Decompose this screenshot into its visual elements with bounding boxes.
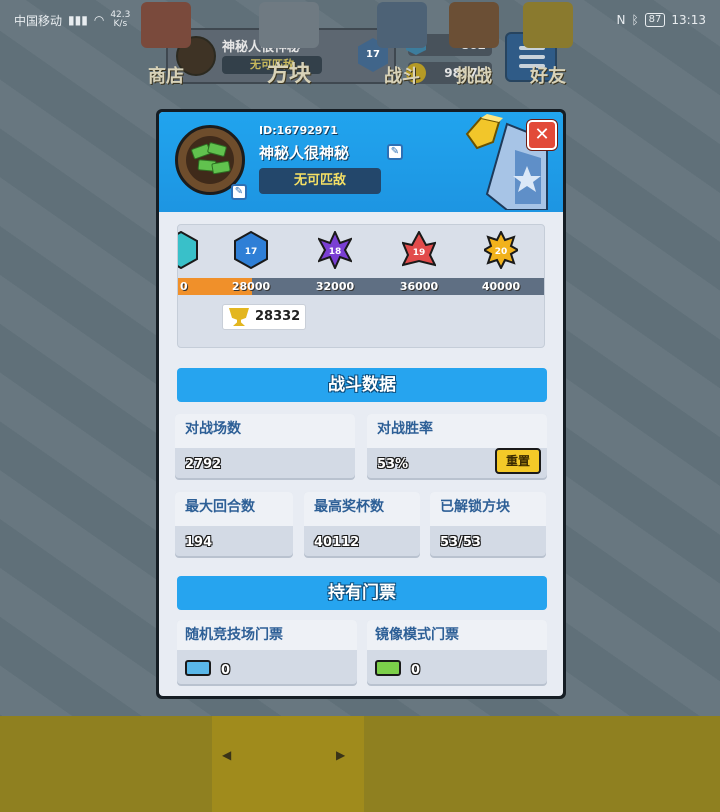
stat-label: 已解锁方块 bbox=[430, 492, 546, 526]
rank-badge-20-icon: 20 bbox=[484, 231, 518, 269]
stat-value: 194 bbox=[185, 535, 213, 550]
challenge-icon bbox=[449, 2, 499, 48]
reset-button[interactable]: 重置 bbox=[495, 448, 541, 474]
profile-dialog: ✎ ID:16792971 神秘人很神秘 ✎ 无可匹敌 ✕ 17 18 19 2… bbox=[156, 109, 566, 699]
stat-matches: 对战场数 2792 bbox=[175, 414, 355, 478]
stat-value: 2792 bbox=[185, 457, 222, 472]
trophy-road[interactable]: 17 18 19 20 0 28000 32000 36000 40000 28… bbox=[177, 224, 545, 348]
nav-right-arrow[interactable]: ▶ bbox=[336, 748, 345, 762]
profile-dialog-body: ✎ ID:16792971 神秘人很神秘 ✎ 无可匹敌 ✕ 17 18 19 2… bbox=[159, 112, 563, 696]
stat-unlocked-blocks: 已解锁方块 53/53 bbox=[430, 492, 546, 556]
milestone-label: 32000 bbox=[315, 280, 355, 293]
stat-value: 53/53 bbox=[440, 535, 481, 550]
nav-blocks-label: 方块 bbox=[266, 62, 311, 87]
stat-value: 53% bbox=[377, 457, 409, 472]
net-speed-unit: K/s bbox=[113, 19, 128, 29]
shop-icon bbox=[141, 2, 191, 48]
rank-badge-16-icon bbox=[178, 231, 198, 269]
stat-value: 40112 bbox=[314, 535, 360, 550]
edit-avatar-pencil-icon[interactable]: ✎ bbox=[231, 184, 247, 200]
bottom-nav-active-slot bbox=[212, 716, 364, 812]
rank-badge-label: 20 bbox=[495, 247, 508, 257]
stat-label: 最大回合数 bbox=[175, 492, 293, 526]
net-speed: 42.3 K/s bbox=[110, 11, 130, 29]
money-bill-icon bbox=[211, 160, 231, 175]
carrier-label: 中国移动 bbox=[14, 13, 63, 28]
clock: 13:13 bbox=[671, 13, 706, 27]
bottom-nav bbox=[0, 716, 720, 812]
player-name: 神秘人很神秘 bbox=[259, 144, 350, 162]
arena-ticket-card: 随机竞技场门票 0 bbox=[177, 620, 357, 684]
bluetooth-icon: ᛒ bbox=[631, 13, 639, 27]
block-icon bbox=[259, 2, 319, 48]
battery-indicator: 87 bbox=[644, 13, 666, 27]
current-trophies: 28332 bbox=[222, 304, 306, 330]
nav-friends-label: 好友 bbox=[530, 66, 566, 87]
stat-max-rounds: 最大回合数 194 bbox=[175, 492, 293, 556]
rank-badge-18-icon: 18 bbox=[318, 231, 352, 269]
battle-icon bbox=[377, 2, 427, 48]
battle-stats-header: 战斗数据 bbox=[177, 368, 547, 402]
ticket-label: 镜像模式门票 bbox=[367, 620, 547, 650]
nav-battle-label: 战斗 bbox=[384, 66, 420, 87]
ticket-label: 随机竞技场门票 bbox=[177, 620, 357, 650]
friends-icon bbox=[523, 2, 573, 48]
stat-label: 对战场数 bbox=[175, 414, 355, 448]
ticket-count: 0 bbox=[411, 663, 421, 678]
rank-badge-label: 18 bbox=[329, 247, 342, 257]
player-id: ID:16792971 bbox=[259, 124, 338, 137]
nfc-icon: N bbox=[616, 13, 626, 27]
profile-header: ✎ ID:16792971 神秘人很神秘 ✎ 无可匹敌 ✕ bbox=[159, 112, 563, 212]
stat-win-rate: 对战胜率 53% 重置 bbox=[367, 414, 547, 478]
edit-name-pencil-icon[interactable]: ✎ bbox=[387, 144, 403, 160]
money-bill-icon bbox=[206, 141, 228, 158]
mirror-ticket-card: 镜像模式门票 0 bbox=[367, 620, 547, 684]
trophy-icon bbox=[229, 308, 249, 326]
milestone-label: 28000 bbox=[231, 280, 271, 293]
nav-battle[interactable]: 战斗 bbox=[374, 0, 430, 96]
ticket-count: 0 bbox=[221, 663, 231, 678]
player-title-badge[interactable]: 无可匹敌 bbox=[259, 168, 381, 194]
stat-max-trophies: 最高奖杯数 40112 bbox=[304, 492, 420, 556]
stat-label: 最高奖杯数 bbox=[304, 492, 420, 526]
nav-blocks[interactable]: 方块 bbox=[256, 0, 322, 96]
nav-left-arrow[interactable]: ◀ bbox=[222, 748, 231, 762]
rank-badge-19-icon: 19 bbox=[402, 231, 436, 267]
ticket-icon bbox=[375, 660, 401, 676]
milestone-label: 36000 bbox=[399, 280, 439, 293]
nav-friends[interactable]: 好友 bbox=[520, 0, 576, 96]
wifi-icon: ◠ bbox=[93, 13, 105, 27]
rank-badge-17-icon: 17 bbox=[234, 231, 268, 269]
tickets-header: 持有门票 bbox=[177, 576, 547, 610]
stat-label: 对战胜率 bbox=[367, 414, 547, 448]
nav-challenge[interactable]: 挑战 bbox=[446, 0, 502, 96]
nav-shop[interactable]: 商店 bbox=[138, 0, 194, 96]
signal-icon: ▮▮▮ bbox=[68, 13, 88, 27]
money-avatar-icon bbox=[186, 136, 234, 184]
milestone-label: 40000 bbox=[481, 280, 521, 293]
current-trophies-value: 28332 bbox=[255, 309, 301, 324]
close-button[interactable]: ✕ bbox=[527, 120, 557, 150]
rank-badge-label: 19 bbox=[413, 248, 426, 258]
milestone-label: 0 bbox=[180, 280, 188, 293]
ticket-icon bbox=[185, 660, 211, 676]
rank-badge-label: 17 bbox=[245, 247, 258, 257]
nav-shop-label: 商店 bbox=[148, 66, 184, 87]
nav-challenge-label: 挑战 bbox=[456, 66, 492, 87]
